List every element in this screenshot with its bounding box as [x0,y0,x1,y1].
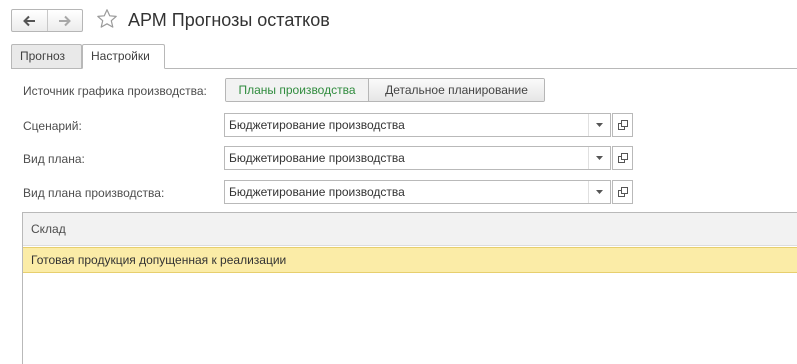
production-plan-type-field[interactable]: Бюджетирование производства [224,180,611,204]
chevron-down-icon [596,123,603,127]
arrow-left-icon [23,15,36,26]
source-label: Источник графика производства: [23,84,207,98]
scenario-open-button[interactable] [612,113,633,137]
plan-type-field[interactable]: Бюджетирование производства [224,146,611,170]
scenario-label: Сценарий: [23,119,82,133]
plan-type-open-button[interactable] [612,146,633,170]
scenario-dropdown-button[interactable] [588,114,610,136]
scenario-value: Бюджетирование производства [229,118,405,132]
page-title: АРМ Прогнозы остатков [128,10,330,30]
table-row[interactable]: Готовая продукция допущенная к реализаци… [23,247,797,273]
arrow-right-icon [58,15,71,26]
forward-button[interactable] [46,10,83,31]
chevron-down-icon [596,156,603,160]
open-window-icon [617,187,628,197]
production-plan-type-label: Вид плана производства: [23,186,165,200]
star-outline-icon[interactable] [96,8,118,30]
open-window-icon [617,153,628,163]
plan-type-label: Вид плана: [23,152,85,166]
production-plan-type-open-button[interactable] [612,180,633,204]
history-nav [11,9,83,32]
source-option-detailed-planning[interactable]: Детальное планирование [369,79,544,101]
source-option-production-plans[interactable]: Планы производства [226,79,369,101]
warehouse-table: Склад Готовая продукция допущенная к реа… [22,212,797,364]
app-window: АРМ Прогнозы остатков Прогноз Настройки … [0,0,797,364]
scenario-field[interactable]: Бюджетирование производства [224,113,611,137]
plan-type-value: Бюджетирование производства [229,151,405,165]
back-button[interactable] [12,10,47,31]
production-plan-type-value: Бюджетирование производства [229,185,405,199]
tab-settings[interactable]: Настройки [82,44,165,69]
chevron-down-icon [596,190,603,194]
open-window-icon [617,120,628,130]
production-plan-type-dropdown-button[interactable] [588,181,610,203]
source-selector: Планы производства Детальное планировани… [225,78,545,102]
plan-type-dropdown-button[interactable] [588,147,610,169]
tab-forecast[interactable]: Прогноз [11,44,82,68]
column-header-warehouse[interactable]: Склад [23,213,797,246]
